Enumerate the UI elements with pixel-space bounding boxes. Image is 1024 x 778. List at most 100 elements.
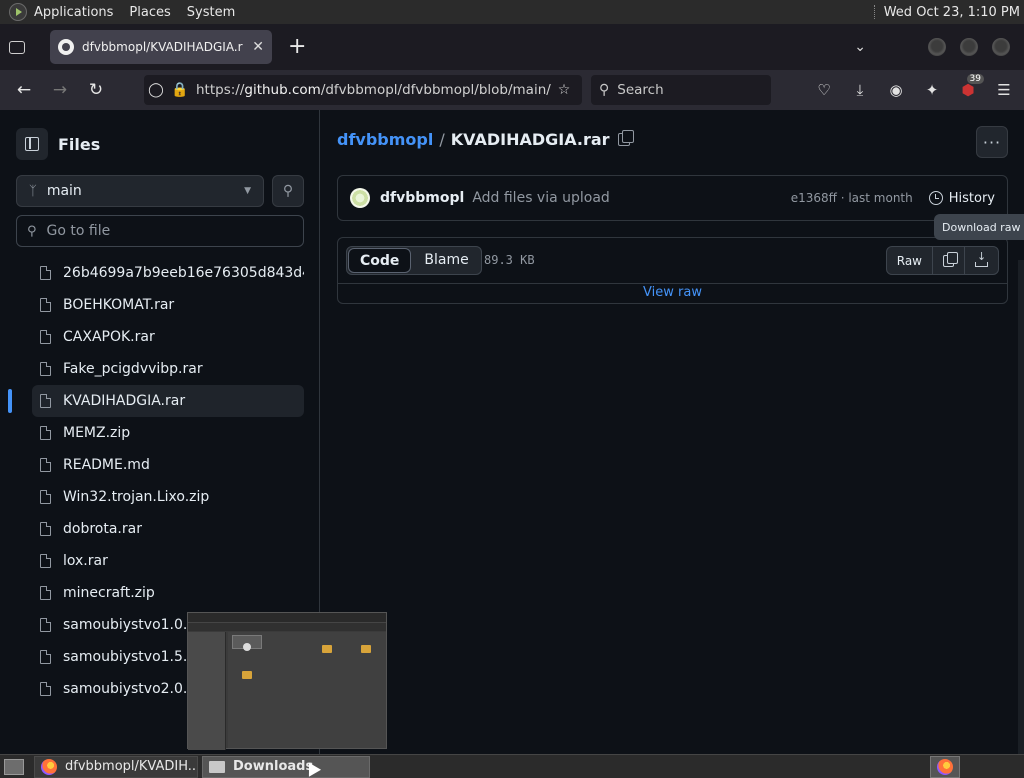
back-arrow-icon[interactable]: ←: [10, 76, 38, 104]
reload-icon[interactable]: ↻: [82, 76, 110, 104]
file-name: 26b4699a7b9eeb16e76305d843d4...: [63, 265, 304, 281]
copy-raw-button[interactable]: [933, 247, 965, 274]
places-menu[interactable]: Places: [129, 5, 170, 20]
file-name: README.md: [63, 457, 150, 473]
branch-selector[interactable]: ᛉ main ▼: [16, 175, 264, 207]
url-bar[interactable]: ◯ 🔒 https://github.com/dfvbbmopl/dfvbbmo…: [144, 75, 582, 105]
file-list-item[interactable]: README.md: [32, 449, 304, 481]
nav-bar: ← → ↻ ◯ 🔒 https://github.com/dfvbbmopl/d…: [0, 70, 1024, 110]
pocket-icon[interactable]: ♡: [812, 78, 836, 102]
file-list-item[interactable]: 26b4699a7b9eeb16e76305d843d4...: [32, 257, 304, 289]
file-list-item[interactable]: Fake_pcigdvvibp.rar: [32, 353, 304, 385]
bookmark-star-icon[interactable]: ☆: [552, 82, 576, 98]
history-button[interactable]: History: [928, 190, 995, 206]
go-to-file-input[interactable]: ⚲ Go to file: [16, 215, 304, 247]
bottom-taskbar: dfvbbmopl/KVADIH... Downloads: [0, 754, 1024, 778]
preview-sidebar: [188, 632, 226, 750]
file-name: CAXAPOK.rar: [63, 329, 155, 345]
minimize-window-button[interactable]: [928, 38, 946, 56]
breadcrumb-repo-link[interactable]: dfvbbmopl: [337, 130, 433, 149]
file-icon: [40, 330, 51, 344]
file-icon: [40, 522, 51, 536]
downloads-icon[interactable]: ⤓: [848, 78, 872, 102]
file-header: Code Blame 89.3 KB Raw: [338, 238, 1007, 284]
show-desktop-icon[interactable]: [4, 758, 24, 775]
tab-blame[interactable]: Blame: [412, 247, 480, 274]
shield-icon[interactable]: ◯: [144, 82, 168, 98]
tab-code[interactable]: Code: [348, 248, 412, 273]
commit-author[interactable]: dfvbbmopl: [380, 190, 464, 206]
ublock-icon[interactable]: ⬢ 39: [956, 74, 984, 102]
file-list-item[interactable]: dobrota.rar: [32, 513, 304, 545]
preview-file-icon: [243, 643, 251, 651]
firefox-icon: [41, 758, 57, 775]
taskbar-firefox[interactable]: dfvbbmopl/KVADIH...: [34, 755, 198, 778]
history-label: History: [948, 190, 995, 206]
file-list-item[interactable]: minecraft.zip: [32, 577, 304, 609]
system-logo-icon[interactable]: [9, 3, 27, 21]
page-scrollbar[interactable]: [1018, 260, 1024, 754]
sidebar-title: Files: [58, 134, 101, 154]
view-raw-link[interactable]: View raw: [338, 284, 1007, 302]
copy-path-icon[interactable]: [617, 130, 634, 146]
file-icon: [40, 650, 51, 664]
github-favicon-icon: [58, 39, 74, 55]
file-name: Win32.trojan.Lixo.zip: [63, 489, 210, 505]
folder-icon: [209, 760, 225, 773]
preview-folder-icon: [322, 645, 332, 653]
branch-name: main: [46, 183, 82, 199]
code-blame-toggle: Code Blame: [346, 246, 482, 275]
commit-message[interactable]: Add files via upload: [472, 190, 790, 206]
caret-down-icon: ▼: [244, 186, 251, 196]
search-bar[interactable]: ⚲ Search: [591, 75, 771, 105]
file-icon: [40, 362, 51, 376]
file-name: minecraft.zip: [63, 585, 155, 601]
maximize-window-button[interactable]: [960, 38, 978, 56]
firefox-view-icon[interactable]: [9, 40, 25, 54]
file-list-item[interactable]: lox.rar: [32, 545, 304, 577]
file-name: lox.rar: [63, 553, 108, 569]
file-list-item[interactable]: BOEHKOMAT.rar: [32, 289, 304, 321]
collapse-sidebar-icon[interactable]: [16, 128, 48, 160]
taskbar-downloads[interactable]: Downloads: [202, 755, 370, 778]
downloads-window-preview[interactable]: [187, 612, 387, 750]
file-icon: [40, 586, 51, 600]
search-icon: ⚲: [599, 82, 610, 98]
commit-meta[interactable]: e1368ff · last month: [791, 191, 913, 205]
file-icon: [40, 682, 51, 696]
file-name: MEMZ.zip: [63, 425, 131, 441]
file-list-item[interactable]: CAXAPOK.rar: [32, 321, 304, 353]
system-menu[interactable]: System: [187, 5, 235, 20]
applications-menu[interactable]: Applications: [34, 5, 113, 20]
search-files-button[interactable]: ⚲: [272, 175, 304, 207]
file-name: Fake_pcigdvvibp.rar: [63, 361, 203, 377]
file-list-item[interactable]: Win32.trojan.Lixo.zip: [32, 481, 304, 513]
file-view: dfvbbmopl / KVADIHADGIA.rar ··· dfvbbmop…: [321, 110, 1024, 754]
extensions-icon[interactable]: ✦: [920, 78, 944, 102]
history-icon: [928, 191, 943, 205]
raw-button[interactable]: Raw: [887, 247, 933, 274]
lock-icon[interactable]: 🔒: [168, 82, 192, 98]
tab-title: dfvbbmopl/KVADIHADGIA.r: [82, 40, 243, 54]
file-size: 89.3 KB: [484, 253, 535, 267]
url-text[interactable]: https://github.com/dfvbbmopl/dfvbbmopl/b…: [192, 82, 552, 98]
extension-badge: 39: [966, 74, 984, 84]
browser-tab[interactable]: dfvbbmopl/KVADIHADGIA.r ✕: [50, 30, 272, 64]
new-tab-button[interactable]: +: [288, 36, 306, 58]
more-options-button[interactable]: ···: [976, 126, 1008, 158]
copy-icon: [943, 251, 958, 267]
list-all-tabs-icon[interactable]: ⌄: [854, 39, 866, 55]
hamburger-menu-icon[interactable]: ☰: [992, 78, 1016, 102]
file-icon: [40, 458, 51, 472]
close-tab-icon[interactable]: ✕: [252, 39, 264, 55]
download-icon: [975, 250, 988, 267]
close-window-button[interactable]: [992, 38, 1010, 56]
account-icon[interactable]: ◉: [884, 78, 908, 102]
forward-arrow-icon[interactable]: →: [46, 76, 74, 104]
file-list-item[interactable]: MEMZ.zip: [32, 417, 304, 449]
tray-firefox-icon[interactable]: [930, 755, 960, 778]
clock[interactable]: Wed Oct 23, 1:10 PM: [884, 5, 1020, 20]
download-raw-button[interactable]: [965, 247, 998, 274]
file-list-item[interactable]: KVADIHADGIA.rar: [8, 385, 304, 417]
avatar[interactable]: [350, 188, 370, 208]
